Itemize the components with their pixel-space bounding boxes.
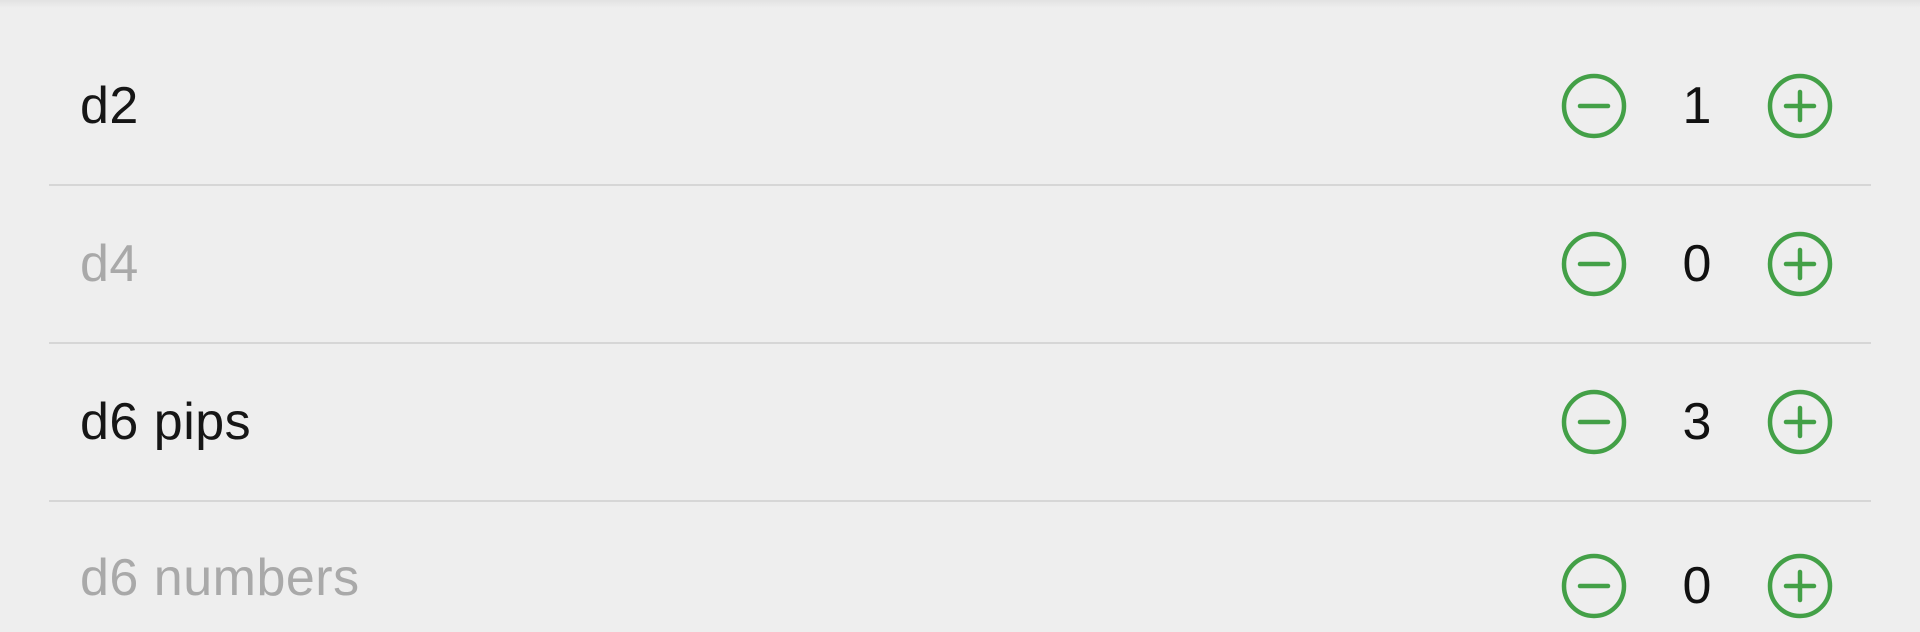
dice-stepper: 3	[1560, 388, 1834, 456]
dice-label: d6 numbers	[80, 549, 360, 607]
increment-button[interactable]	[1766, 552, 1834, 620]
app-bar-shadow	[0, 0, 1920, 8]
dice-row-d4: d4 0	[49, 184, 1871, 342]
plus-circle-icon	[1767, 389, 1833, 455]
minus-circle-icon	[1561, 231, 1627, 297]
minus-circle-icon	[1561, 73, 1627, 139]
increment-button[interactable]	[1766, 388, 1834, 456]
plus-circle-icon	[1767, 73, 1833, 139]
dice-count: 1	[1682, 77, 1712, 135]
minus-circle-icon	[1561, 389, 1627, 455]
dice-stepper: 0	[1560, 552, 1834, 620]
decrement-button[interactable]	[1560, 230, 1628, 298]
dice-count: 0	[1682, 235, 1712, 293]
decrement-button[interactable]	[1560, 388, 1628, 456]
dice-stepper: 1	[1560, 72, 1834, 140]
increment-button[interactable]	[1766, 230, 1834, 298]
dice-count: 3	[1682, 393, 1712, 451]
dice-row-d2: d2 1	[49, 28, 1871, 184]
dice-label: d4	[80, 235, 139, 293]
increment-button[interactable]	[1766, 72, 1834, 140]
dice-label: d2	[80, 77, 139, 135]
plus-circle-icon	[1767, 231, 1833, 297]
decrement-button[interactable]	[1560, 552, 1628, 620]
minus-circle-icon	[1561, 553, 1627, 619]
dice-label: d6 pips	[80, 393, 252, 451]
dice-row-d6-pips: d6 pips 3	[49, 342, 1871, 500]
dice-row-d6-numbers: d6 numbers 0	[49, 500, 1871, 632]
dice-list: d2 1 d4 0 d6 pips 3 d6 numbers 0	[49, 28, 1871, 632]
dice-stepper: 0	[1560, 230, 1834, 298]
plus-circle-icon	[1767, 553, 1833, 619]
decrement-button[interactable]	[1560, 72, 1628, 140]
dice-count: 0	[1682, 557, 1712, 615]
